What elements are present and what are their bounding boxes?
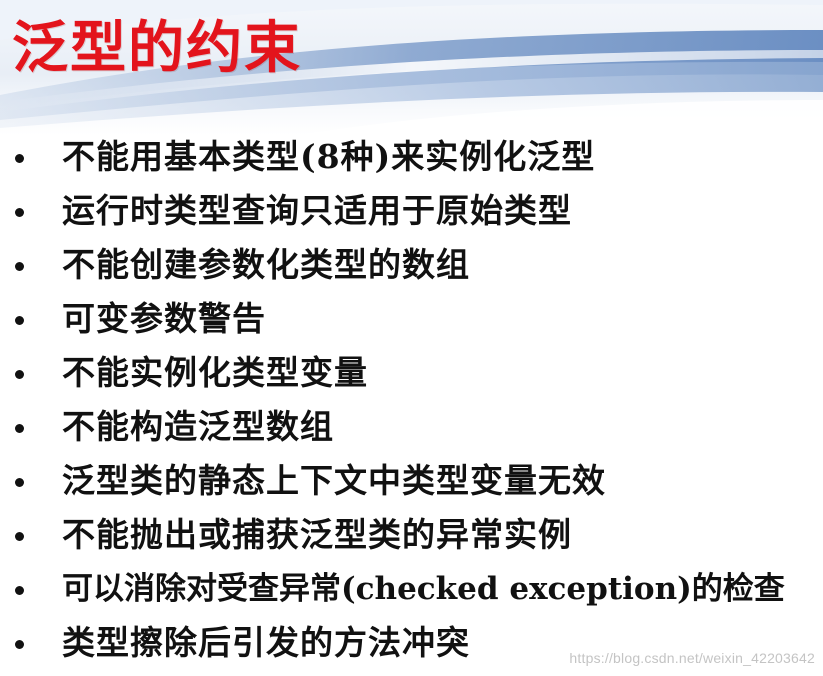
bullet-icon	[15, 208, 24, 217]
list-item-text: 不能构造泛型数组	[62, 407, 334, 446]
list-item-text: 运行时类型查询只适用于原始类型	[62, 191, 572, 230]
list-item: 可变参数警告	[0, 292, 823, 346]
list-item-text: 泛型类的静态上下文中类型变量无效	[62, 461, 606, 500]
list-item-text: 不能创建参数化类型的数组	[62, 245, 470, 284]
list-item-text: 不能实例化类型变量	[62, 353, 368, 392]
list-item: 可以消除对受查异常(checked exception)的检查	[0, 562, 823, 616]
list-item-text: 类型擦除后引发的方法冲突	[62, 623, 470, 662]
list-item: 不能用基本类型(8种)来实例化泛型	[0, 130, 823, 184]
list-item: 不能实例化类型变量	[0, 346, 823, 400]
constraint-list: 不能用基本类型(8种)来实例化泛型 运行时类型查询只适用于原始类型 不能创建参数…	[0, 130, 823, 670]
bullet-icon	[15, 262, 24, 271]
list-item-text: 不能用基本类型(8种)来实例化泛型	[62, 137, 596, 176]
bullet-icon	[15, 154, 24, 163]
list-item-text: 不能抛出或捕获泛型类的异常实例	[62, 515, 572, 554]
slide-title: 泛型的约束	[12, 16, 302, 81]
bullet-icon	[15, 424, 24, 433]
list-item: 泛型类的静态上下文中类型变量无效	[0, 454, 823, 508]
slide: 泛型的约束 不能用基本类型(8种)来实例化泛型 运行时类型查询只适用于原始类型 …	[0, 0, 823, 676]
list-item-text: 可变参数警告	[62, 299, 266, 338]
bullet-icon	[15, 640, 24, 649]
bullet-icon	[15, 478, 24, 487]
list-item: 不能构造泛型数组	[0, 400, 823, 454]
header-swoosh-background: 泛型的约束	[0, 0, 823, 135]
list-item: 运行时类型查询只适用于原始类型	[0, 184, 823, 238]
bullet-icon	[15, 370, 24, 379]
bullet-icon	[15, 316, 24, 325]
bullet-icon	[15, 532, 24, 541]
bullet-icon	[15, 586, 24, 595]
list-item-text: 可以消除对受查异常(checked exception)的检查	[62, 571, 785, 607]
list-item: 不能抛出或捕获泛型类的异常实例	[0, 508, 823, 562]
list-item: 不能创建参数化类型的数组	[0, 238, 823, 292]
watermark-url: https://blog.csdn.net/weixin_42203642	[569, 650, 815, 666]
